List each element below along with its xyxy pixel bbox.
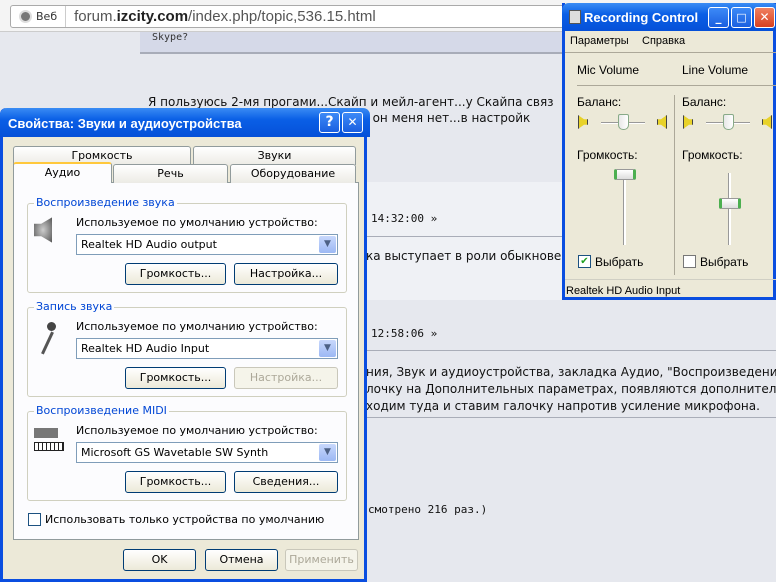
divider	[366, 350, 776, 351]
line-balance-thumb[interactable]	[723, 114, 734, 130]
tab-voice[interactable]: Речь	[113, 164, 228, 183]
select-label: Выбрать	[700, 255, 749, 269]
dialog-titlebar[interactable]: Свойства: Звуки и аудиоустройства	[0, 108, 370, 137]
post-text: ка,а он меня нет...в настройк	[343, 111, 531, 125]
line-volume-label: Line Volume	[682, 63, 749, 77]
right-speaker-icon	[657, 115, 667, 129]
volume-label: Громкость:	[682, 148, 743, 162]
tab-hardware[interactable]: Оборудование	[230, 164, 356, 183]
close-button[interactable]: ✕	[342, 112, 363, 133]
post-time: 14:32:00 »	[371, 212, 438, 225]
recording-settings-button[interactable]: Настройка...	[234, 367, 338, 389]
playback-settings-button[interactable]: Настройка...	[234, 263, 338, 285]
midi-keyboard-icon	[34, 424, 64, 454]
volume-label: Громкость:	[577, 148, 638, 162]
chevron-down-icon: ▼	[319, 444, 336, 461]
group-title: Запись звука	[34, 300, 115, 313]
midi-about-button[interactable]: Сведения...	[234, 471, 338, 493]
chevron-down-icon: ▼	[319, 236, 336, 253]
views-count: смотрено 216 раз.)	[368, 503, 488, 516]
balance-label: Баланс:	[577, 95, 622, 109]
group-title: Воспроизведение MIDI	[34, 404, 169, 417]
group-title: Воспроизведение звука	[34, 196, 177, 209]
tab-audio[interactable]: Аудио	[13, 162, 112, 183]
default-only-checkbox[interactable]	[28, 513, 41, 526]
url-field[interactable]: Веб forum.izcity.com/index.php/topic,536…	[10, 5, 590, 28]
playback-volume-button[interactable]: Громкость...	[125, 263, 226, 285]
mic-balance-thumb[interactable]	[618, 114, 629, 130]
select-label: Выбрать	[595, 255, 644, 269]
chevron-down-icon: ▼	[319, 340, 336, 357]
post-text: ходим туда и ставим галочку напротив уси…	[366, 399, 760, 413]
tab-panel: Воспроизведение звука Используемое по ум…	[13, 182, 359, 540]
device-label: Используемое по умолчанию устройство:	[76, 216, 318, 229]
balance-label: Баланс:	[682, 95, 727, 109]
post-text: ка выступает в роли обыкнове	[366, 249, 562, 263]
left-speaker-icon	[683, 115, 693, 129]
device-label: Используемое по умолчанию устройство:	[76, 320, 318, 333]
recording-volume-button[interactable]: Громкость...	[125, 367, 226, 389]
recording-control-window: Recording Control _ □ ✕ Параметры Справк…	[562, 3, 776, 300]
web-button[interactable]: Веб	[11, 6, 67, 27]
divider	[366, 417, 776, 418]
mic-volume-slider[interactable]	[623, 173, 626, 245]
midi-device-select[interactable]: Microsoft GS Wavetable SW Synth ▼	[76, 442, 338, 463]
recording-group: Запись звука Используемое по умолчанию у…	[27, 300, 347, 397]
mic-volume-thumb[interactable]	[614, 169, 636, 180]
url-text[interactable]: forum.izcity.com/index.php/topic,536.15.…	[66, 8, 376, 25]
mic-volume-label: Mic Volume	[577, 63, 640, 77]
menu-divider	[565, 52, 776, 53]
quote-box: Skype?	[140, 32, 580, 54]
right-speaker-icon	[762, 115, 772, 129]
line-volume-thumb[interactable]	[719, 198, 741, 209]
menu-help[interactable]: Справка	[642, 35, 685, 47]
mixer-app-icon	[569, 10, 581, 24]
divider	[577, 85, 776, 86]
window-close-button[interactable]: ✕	[754, 7, 775, 28]
post-time: 12:58:06 »	[371, 327, 438, 340]
globe-icon	[19, 10, 32, 23]
recording-device-select[interactable]: Realtek HD Audio Input ▼	[76, 338, 338, 359]
midi-group: Воспроизведение MIDI Используемое по умо…	[27, 404, 347, 501]
post-text: ния, Звук и аудиоустройства, закладка Ау…	[366, 365, 776, 379]
line-select-checkbox[interactable]	[683, 255, 696, 268]
tab-sounds[interactable]: Звуки	[193, 146, 356, 165]
post-text: лочку на Дополнительных параметрах, появ…	[366, 382, 776, 396]
minimize-button[interactable]: _	[708, 7, 729, 28]
cancel-button[interactable]: Отмена	[205, 549, 278, 571]
playback-device-select[interactable]: Realtek HD Audio output ▼	[76, 234, 338, 255]
sound-properties-dialog: Свойства: Звуки и аудиоустройства ? ✕ Гр…	[0, 108, 370, 582]
column-divider	[674, 95, 675, 275]
menu-options[interactable]: Параметры	[570, 35, 629, 47]
midi-volume-button[interactable]: Громкость...	[125, 471, 226, 493]
mic-select-checkbox[interactable]: ✔	[578, 255, 591, 268]
ok-button[interactable]: OK	[123, 549, 196, 571]
maximize-button[interactable]: □	[731, 7, 752, 28]
help-button[interactable]: ?	[319, 112, 340, 133]
default-only-label: Использовать только устройства по умолча…	[45, 513, 325, 526]
device-label: Используемое по умолчанию устройство:	[76, 424, 318, 437]
left-speaker-icon	[578, 115, 588, 129]
line-volume-slider[interactable]	[728, 173, 731, 245]
speaker-icon	[34, 216, 60, 244]
playback-group: Воспроизведение звука Используемое по ум…	[27, 196, 347, 293]
microphone-icon	[38, 322, 58, 355]
post-text: Я пользуюсь 2-мя прогами...Скайп и мейл-…	[148, 95, 554, 109]
apply-button[interactable]: Применить	[285, 549, 358, 571]
status-bar: Realtek HD Audio Input	[565, 279, 776, 300]
